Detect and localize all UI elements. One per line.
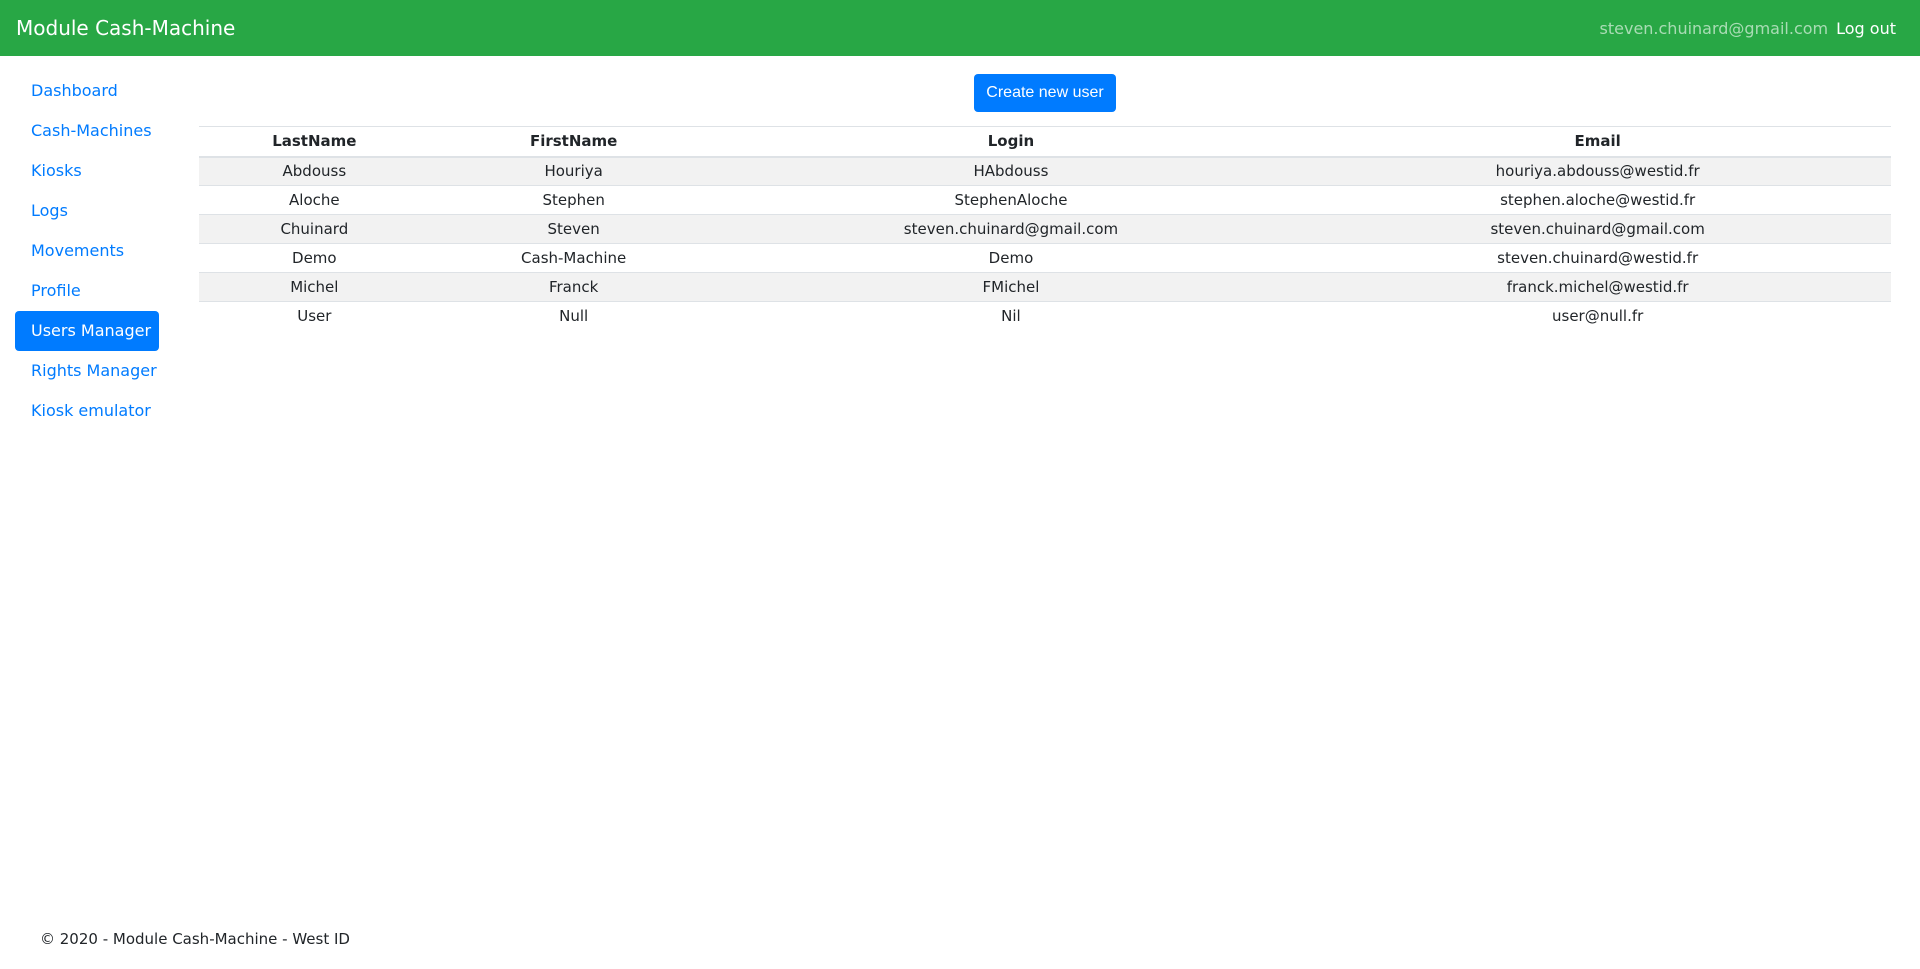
sidebar-item-kiosks[interactable]: Kiosks	[15, 151, 159, 191]
column-header-lastname[interactable]: LastName	[199, 126, 430, 158]
cell-lastname: Abdouss	[199, 156, 430, 186]
top-navbar: Module Cash-Machine steven.chuinard@gmai…	[0, 0, 1920, 56]
sidebar-nav: Dashboard Cash-Machines Kiosks Logs Move…	[15, 71, 159, 431]
cell-login: steven.chuinard@gmail.com	[717, 214, 1305, 244]
cell-lastname: User	[199, 301, 430, 331]
cell-lastname: Michel	[199, 272, 430, 302]
cell-email: stephen.aloche@westid.fr	[1304, 185, 1891, 215]
cell-login: Demo	[717, 243, 1305, 273]
cell-email: steven.chuinard@gmail.com	[1304, 214, 1891, 244]
toolbar: Create new user	[199, 56, 1891, 126]
table-row[interactable]: Chuinard Steven steven.chuinard@gmail.co…	[199, 214, 1891, 244]
sidebar-item-profile[interactable]: Profile	[15, 271, 159, 311]
cell-lastname: Demo	[199, 243, 430, 273]
users-table: LastName FirstName Login Email Abdouss H…	[199, 126, 1891, 331]
sidebar-item-users-manager[interactable]: Users Manager	[15, 311, 159, 351]
table-row[interactable]: Aloche Stephen StephenAloche stephen.alo…	[199, 185, 1891, 215]
cell-firstname: Null	[429, 301, 718, 331]
sidebar-item-movements[interactable]: Movements	[15, 231, 159, 271]
table-row[interactable]: Abdouss Houriya HAbdouss houriya.abdouss…	[199, 156, 1891, 186]
page-footer: © 2020 - Module Cash-Machine - West ID	[40, 930, 350, 948]
cell-firstname: Cash-Machine	[429, 243, 718, 273]
current-user-email: steven.chuinard@gmail.com	[1599, 18, 1829, 38]
logout-link[interactable]: Log out	[1836, 19, 1896, 38]
sidebar-item-kiosk-emulator[interactable]: Kiosk emulator	[15, 391, 159, 431]
create-user-button[interactable]: Create new user	[974, 73, 1116, 112]
cell-email: steven.chuinard@westid.fr	[1304, 243, 1891, 273]
cell-login: Nil	[717, 301, 1305, 331]
cell-login: StephenAloche	[717, 185, 1305, 215]
cell-login: HAbdouss	[717, 156, 1305, 186]
column-header-firstname[interactable]: FirstName	[429, 126, 718, 158]
cell-email: franck.michel@westid.fr	[1304, 272, 1891, 302]
sidebar-item-cash-machines[interactable]: Cash-Machines	[15, 111, 159, 151]
cell-lastname: Aloche	[199, 185, 430, 215]
cell-firstname: Franck	[429, 272, 718, 302]
cell-firstname: Houriya	[429, 156, 718, 186]
cell-email: user@null.fr	[1304, 301, 1891, 331]
main-content: Create new user LastName FirstName Login…	[199, 56, 1891, 331]
cell-login: FMichel	[717, 272, 1305, 302]
sidebar-item-dashboard[interactable]: Dashboard	[15, 71, 159, 111]
table-row[interactable]: Demo Cash-Machine Demo steven.chuinard@w…	[199, 243, 1891, 273]
table-header-row: LastName FirstName Login Email	[199, 126, 1891, 158]
table-row[interactable]: User Null Nil user@null.fr	[199, 301, 1891, 331]
cell-email: houriya.abdouss@westid.fr	[1304, 156, 1891, 186]
cell-firstname: Stephen	[429, 185, 718, 215]
navbar-user-area: steven.chuinard@gmail.com Log out	[1600, 19, 1896, 38]
cell-lastname: Chuinard	[199, 214, 430, 244]
app-brand[interactable]: Module Cash-Machine	[16, 16, 235, 40]
sidebar-item-rights-manager[interactable]: Rights Manager	[15, 351, 159, 391]
column-header-login[interactable]: Login	[717, 126, 1305, 158]
column-header-email[interactable]: Email	[1304, 126, 1891, 158]
sidebar-item-logs[interactable]: Logs	[15, 191, 159, 231]
table-row[interactable]: Michel Franck FMichel franck.michel@west…	[199, 272, 1891, 302]
cell-firstname: Steven	[429, 214, 718, 244]
